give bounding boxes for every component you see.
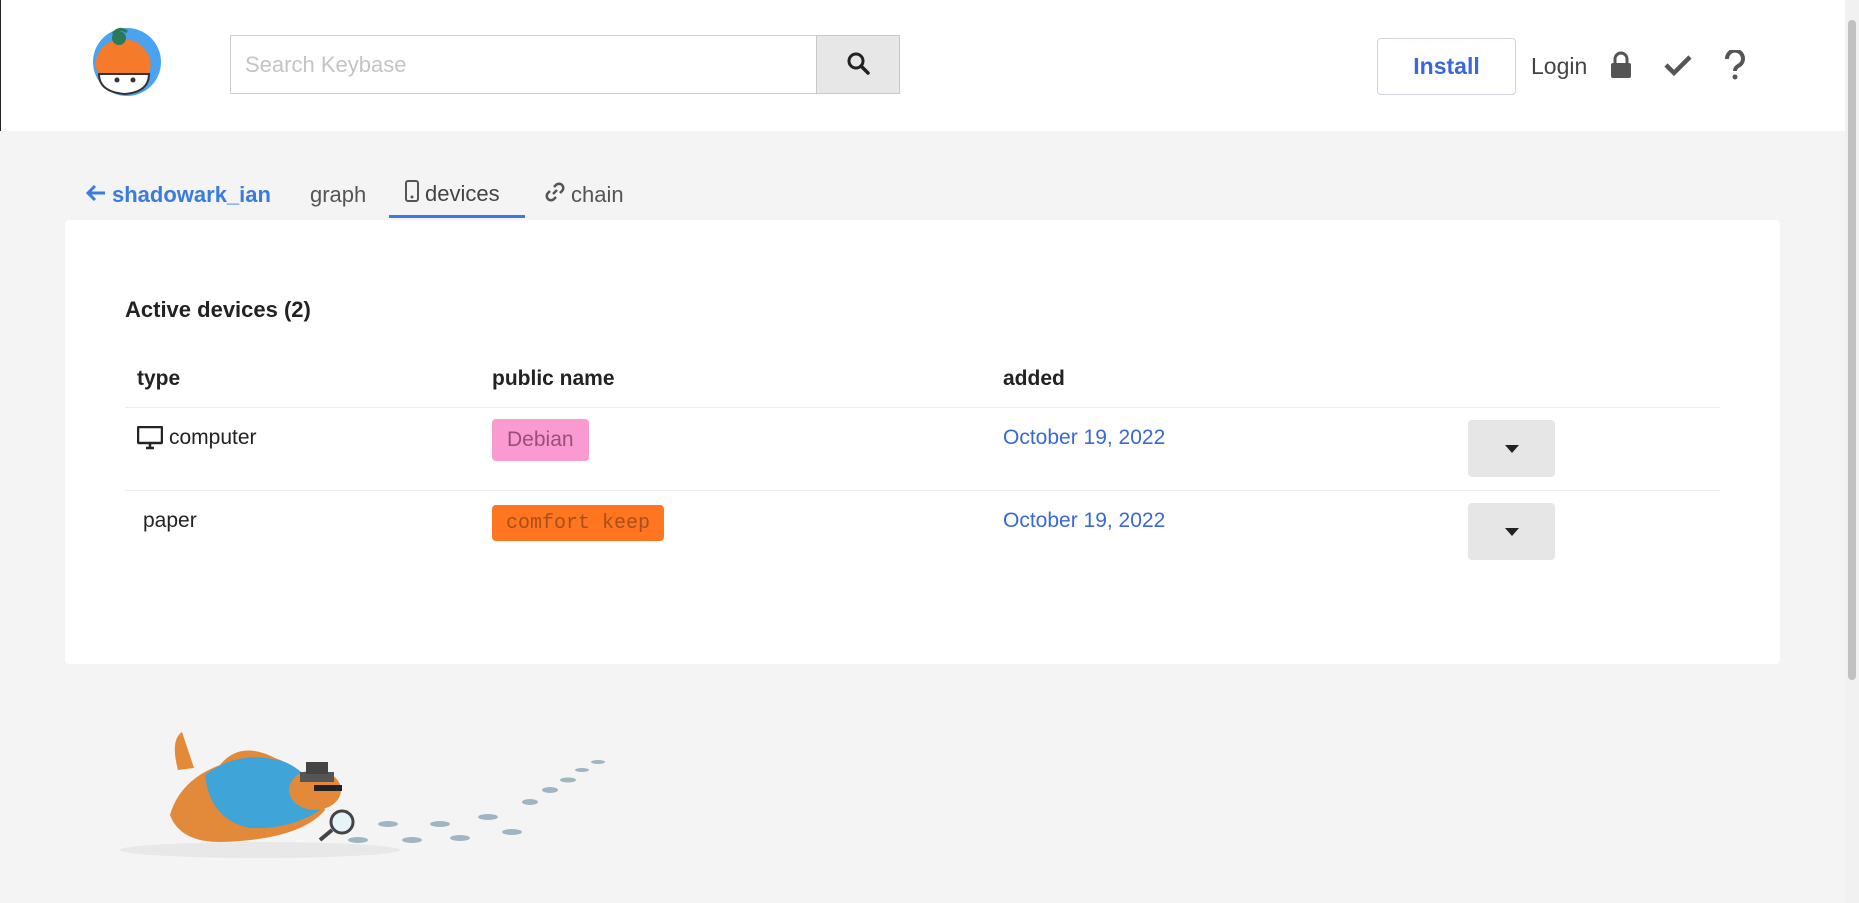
tab-graph[interactable]: graph xyxy=(310,172,366,218)
device-added-date[interactable]: October 19, 2022 xyxy=(1003,423,1165,453)
install-button[interactable]: Install xyxy=(1377,38,1516,95)
top-bar: Install Login xyxy=(0,0,1845,131)
lock-icon[interactable] xyxy=(1606,48,1636,82)
tab-label: chain xyxy=(571,182,624,207)
device-name: comfort keep xyxy=(506,511,651,535)
device-added-date[interactable]: October 19, 2022 xyxy=(1003,506,1165,536)
tab-label: devices xyxy=(425,180,500,206)
column-header-public-name: public name xyxy=(492,367,615,390)
device-type: paper xyxy=(143,509,197,532)
check-icon[interactable] xyxy=(1663,48,1693,82)
tab-devices[interactable]: devices xyxy=(389,172,525,218)
scrollbar-thumb[interactable] xyxy=(1848,20,1856,680)
device-name: Debian xyxy=(507,428,574,451)
tab-label: graph xyxy=(310,182,367,207)
tab-chain[interactable]: chain xyxy=(545,172,624,218)
link-icon xyxy=(545,182,571,208)
help-icon[interactable] xyxy=(1720,48,1750,82)
device-name-badge[interactable]: Debian xyxy=(492,419,589,461)
search-icon xyxy=(846,51,870,78)
detective-dog-illustration xyxy=(110,720,610,860)
section-title: Active devices (2) xyxy=(125,297,311,322)
row-divider xyxy=(125,490,1720,491)
device-actions-dropdown[interactable] xyxy=(1468,420,1555,477)
device-actions-dropdown[interactable] xyxy=(1468,503,1555,560)
device-type-cell: paper xyxy=(143,506,197,536)
caret-down-icon xyxy=(1504,524,1519,539)
column-header-type: type xyxy=(137,367,181,390)
device-name-badge[interactable]: comfort keep xyxy=(492,505,665,541)
devices-card: Active devices (2) type public name adde… xyxy=(65,220,1780,664)
arrow-left-icon xyxy=(85,182,112,208)
search-bar xyxy=(230,35,900,94)
device-type: computer xyxy=(169,426,257,449)
column-header-added: added xyxy=(1003,367,1065,390)
monitor-icon xyxy=(137,426,163,450)
phone-icon xyxy=(405,179,425,208)
keybase-logo[interactable] xyxy=(87,26,163,96)
row-divider xyxy=(125,407,1720,408)
device-type-cell: computer xyxy=(137,423,257,453)
back-to-profile-link[interactable]: shadowark_ian xyxy=(85,172,271,218)
search-button[interactable] xyxy=(816,35,900,94)
caret-down-icon xyxy=(1504,441,1519,456)
profile-username: shadowark_ian xyxy=(112,182,271,207)
search-input[interactable] xyxy=(230,35,816,94)
login-link[interactable]: Login xyxy=(1531,53,1587,80)
